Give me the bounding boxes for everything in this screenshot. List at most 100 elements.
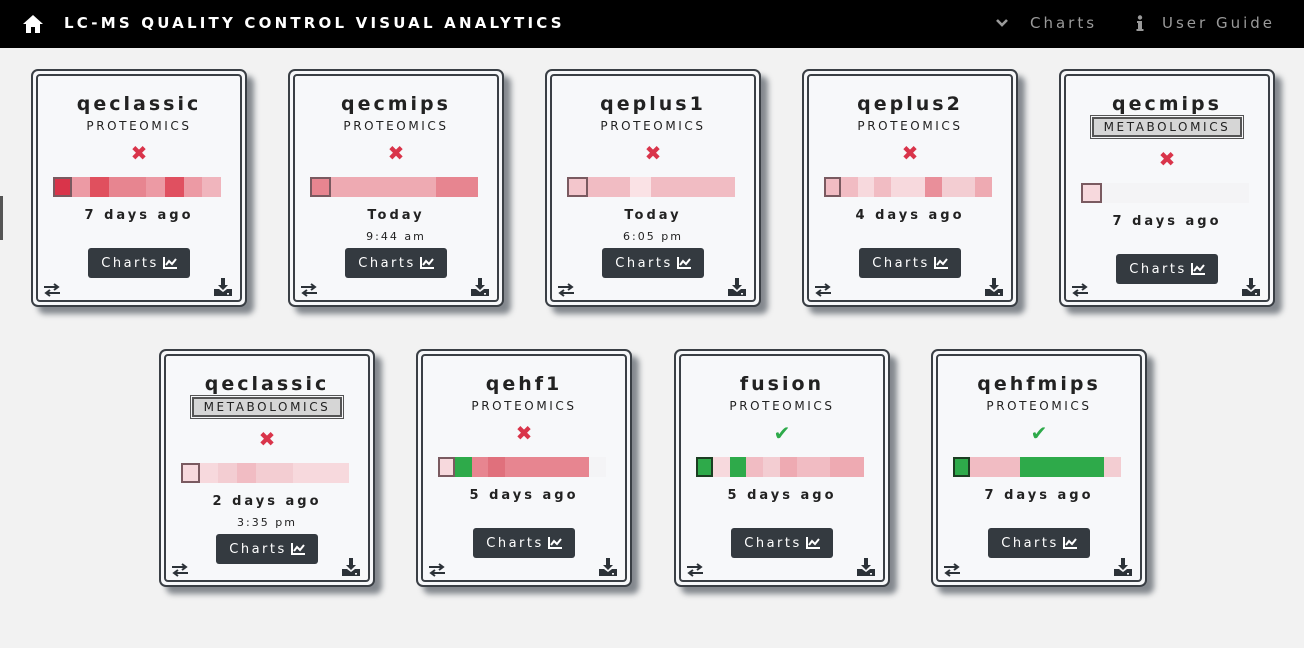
qc-history-cell[interactable]	[199, 463, 219, 483]
qc-history-cell[interactable]	[588, 177, 609, 197]
qc-history-cell[interactable]	[1087, 457, 1105, 477]
qc-history-cell[interactable]	[696, 457, 713, 477]
download-icon[interactable]	[1113, 557, 1133, 577]
charts-button[interactable]: Charts	[88, 248, 190, 278]
qc-history-cell[interactable]	[202, 177, 222, 197]
download-icon[interactable]	[213, 277, 233, 297]
qc-history-cell[interactable]	[457, 177, 478, 197]
home-icon[interactable]	[22, 14, 44, 34]
qc-history-cell[interactable]	[1081, 183, 1102, 203]
download-icon[interactable]	[1241, 277, 1261, 297]
instrument-card[interactable]: qehf1 PROTEOMICS ✖ 5 days ago Charts	[416, 349, 632, 587]
swap-icon[interactable]	[943, 563, 961, 577]
charts-button[interactable]: Charts	[1116, 254, 1218, 284]
qc-history-cell[interactable]	[813, 457, 831, 477]
qc-history-cell[interactable]	[109, 177, 128, 197]
qc-history-cell[interactable]	[330, 463, 350, 483]
qc-history-cell[interactable]	[53, 177, 72, 197]
qc-history-cell[interactable]	[589, 457, 606, 477]
swap-icon[interactable]	[171, 563, 189, 577]
qc-history-cell[interactable]	[824, 177, 841, 197]
qc-history-cell[interactable]	[438, 457, 455, 477]
qc-history-cell[interactable]	[415, 177, 436, 197]
qc-history-cell[interactable]	[274, 463, 294, 483]
qc-history-cell[interactable]	[352, 177, 373, 197]
nav-charts-dropdown[interactable]: Charts	[996, 14, 1097, 32]
instrument-card[interactable]: qecmips METABOLOMICS ✖ 7 days ago Charts	[1059, 69, 1275, 307]
download-icon[interactable]	[341, 557, 361, 577]
swap-icon[interactable]	[300, 283, 318, 297]
qc-history-cell[interactable]	[183, 177, 203, 197]
instrument-card[interactable]: qehfmips PROTEOMICS ✔ 7 days ago Charts	[931, 349, 1147, 587]
qc-history-cell[interactable]	[712, 457, 730, 477]
qc-history-cell[interactable]	[373, 177, 394, 197]
qc-history-cell[interactable]	[127, 177, 147, 197]
qc-history-cell[interactable]	[394, 177, 415, 197]
swap-icon[interactable]	[428, 563, 446, 577]
app-title[interactable]: LC-MS QUALITY CONTROL VISUAL ANALYTICS	[64, 14, 565, 32]
charts-button[interactable]: Charts	[345, 248, 447, 278]
qc-history-cell[interactable]	[729, 457, 747, 477]
qc-history-cell[interactable]	[907, 177, 925, 197]
qc-history-cell[interactable]	[1165, 183, 1186, 203]
qc-history-cell[interactable]	[847, 457, 864, 477]
qc-history-cell[interactable]	[454, 457, 472, 477]
qc-history-cell[interactable]	[1036, 457, 1054, 477]
swap-icon[interactable]	[1071, 283, 1089, 297]
qc-history-cell[interactable]	[714, 177, 735, 197]
download-icon[interactable]	[727, 277, 747, 297]
qc-history-cell[interactable]	[1053, 457, 1071, 477]
qc-history-cell[interactable]	[651, 177, 672, 197]
qc-history-cell[interactable]	[293, 463, 312, 483]
qc-history-cell[interactable]	[746, 457, 764, 477]
nav-user-guide[interactable]: User Guide	[1136, 14, 1275, 32]
qc-history-cell[interactable]	[255, 463, 275, 483]
charts-button[interactable]: Charts	[602, 248, 704, 278]
qc-history-cell[interactable]	[1207, 183, 1228, 203]
download-icon[interactable]	[984, 277, 1004, 297]
qc-history-cell[interactable]	[857, 177, 875, 197]
qc-history-cell[interactable]	[331, 177, 352, 197]
qc-history-cell[interactable]	[237, 463, 256, 483]
qc-history-cell[interactable]	[538, 457, 556, 477]
qc-history-cell[interactable]	[310, 177, 331, 197]
qc-history-cell[interactable]	[471, 457, 489, 477]
qc-history-cell[interactable]	[521, 457, 539, 477]
instrument-card[interactable]: qeclassic PROTEOMICS ✖ 7 days ago Charts	[31, 69, 247, 307]
qc-history-cell[interactable]	[181, 463, 200, 483]
charts-button[interactable]: Charts	[473, 528, 575, 558]
qc-history-cell[interactable]	[609, 177, 630, 197]
swap-icon[interactable]	[686, 563, 704, 577]
qc-history-cell[interactable]	[488, 457, 506, 477]
charts-button[interactable]: Charts	[859, 248, 961, 278]
instrument-card[interactable]: qeplus1 PROTEOMICS ✖ Today 6:05 pm Charts	[545, 69, 761, 307]
qc-history-cell[interactable]	[796, 457, 814, 477]
qc-history-cell[interactable]	[953, 457, 970, 477]
qc-history-cell[interactable]	[1228, 183, 1249, 203]
qc-history-cell[interactable]	[630, 177, 651, 197]
qc-history-cell[interactable]	[572, 457, 590, 477]
qc-history-cell[interactable]	[146, 177, 166, 197]
download-icon[interactable]	[470, 277, 490, 297]
swap-icon[interactable]	[814, 283, 832, 297]
download-icon[interactable]	[856, 557, 876, 577]
qc-history-cell[interactable]	[555, 457, 573, 477]
qc-history-cell[interactable]	[1102, 183, 1123, 203]
instrument-card[interactable]: fusion PROTEOMICS ✔ 5 days ago Charts	[674, 349, 890, 587]
qc-history-cell[interactable]	[311, 463, 331, 483]
qc-history-cell[interactable]	[505, 457, 522, 477]
qc-history-cell[interactable]	[779, 457, 797, 477]
qc-history-cell[interactable]	[830, 457, 848, 477]
download-icon[interactable]	[598, 557, 618, 577]
qc-history-cell[interactable]	[1144, 183, 1165, 203]
qc-history-cell[interactable]	[436, 177, 457, 197]
qc-history-cell[interactable]	[1070, 457, 1088, 477]
charts-button[interactable]: Charts	[731, 528, 833, 558]
qc-history-cell[interactable]	[672, 177, 693, 197]
qc-history-cell[interactable]	[969, 457, 987, 477]
qc-history-cell[interactable]	[90, 177, 110, 197]
instrument-card[interactable]: qeplus2 PROTEOMICS ✖ 4 days ago Charts	[802, 69, 1018, 307]
swap-icon[interactable]	[43, 283, 61, 297]
qc-history-cell[interactable]	[567, 177, 588, 197]
qc-history-cell[interactable]	[1020, 457, 1037, 477]
